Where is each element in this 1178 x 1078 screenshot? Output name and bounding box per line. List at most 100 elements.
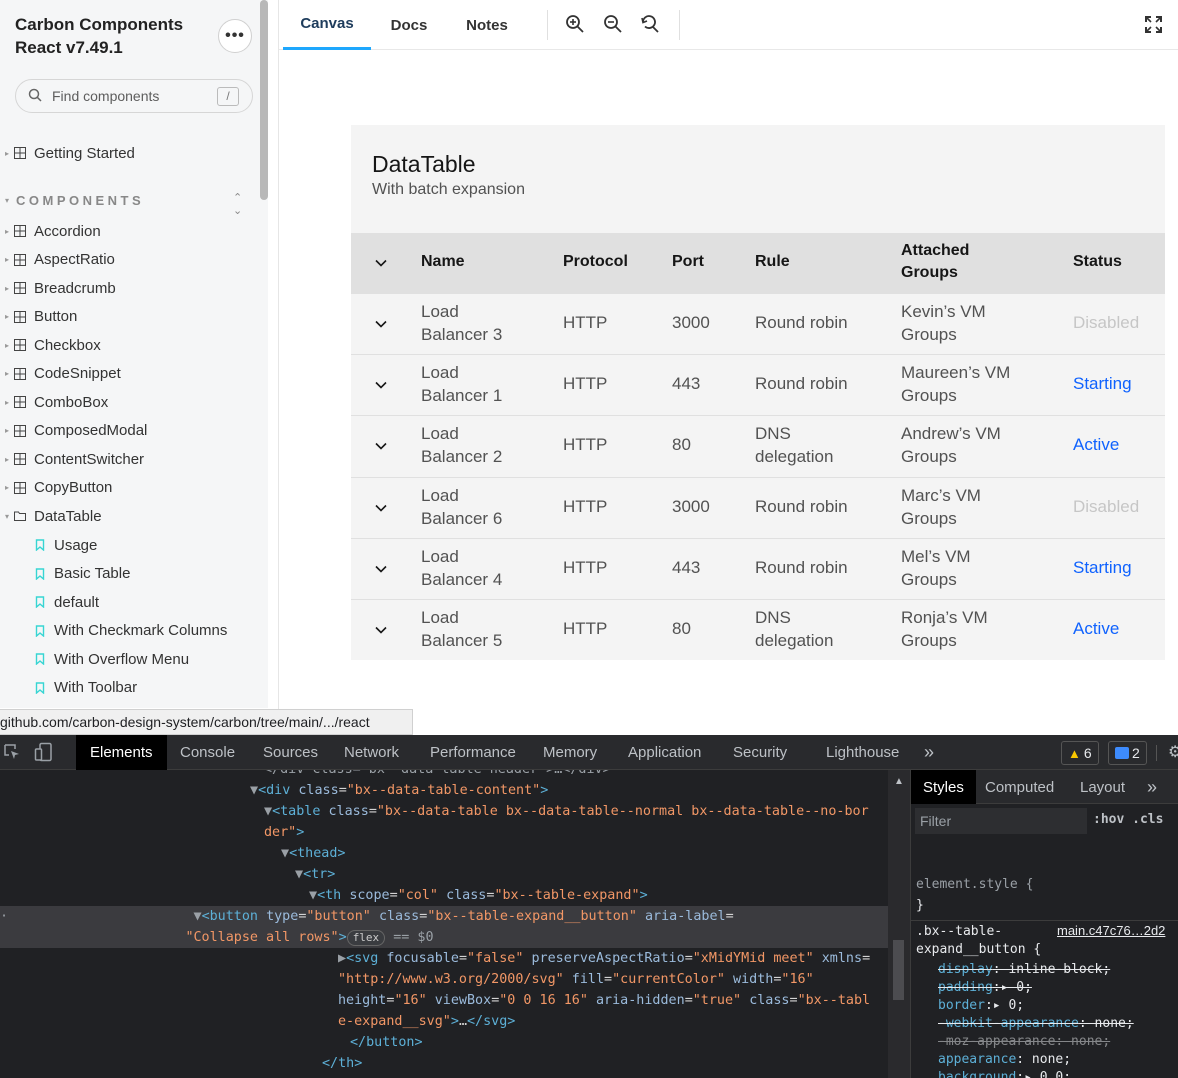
more-tabs-icon[interactable]: » [924, 735, 934, 770]
sidebar-story-item[interactable]: With Checkmark Columns [34, 619, 227, 643]
dom-line[interactable]: ▼<thead> [281, 843, 888, 864]
expand-row-chevron-icon[interactable] [373, 500, 389, 516]
devtools-tab-security[interactable]: Security [733, 735, 787, 770]
expand-row-chevron-icon[interactable] [373, 438, 389, 454]
tab-computed[interactable]: Computed [985, 770, 1054, 804]
source-link[interactable]: main.c47c76…2d2 [1057, 923, 1165, 938]
tab-docs[interactable]: Docs [379, 0, 439, 50]
table-row[interactable]: Load Balancer 5 HTTP 80 DNS delegation Ronja’s… [351, 599, 1165, 660]
tab-canvas[interactable]: Canvas [283, 0, 371, 50]
cell-status[interactable]: Active [1073, 433, 1119, 456]
dom-line[interactable]: ▼<th scope="col" class="bx--table-expand… [309, 885, 888, 906]
scroll-up-icon[interactable]: ▲ [894, 776, 904, 787]
css-declaration[interactable]: padding:▸ 0; [938, 979, 1032, 997]
column-header-port[interactable]: Port [672, 251, 704, 273]
tab-layout[interactable]: Layout [1080, 770, 1125, 804]
dom-line[interactable]: </th> [322, 1053, 888, 1074]
element-style-rule[interactable]: element.style { [916, 876, 1033, 894]
dom-line[interactable]: </div class="bx--data-table-header">…</d… [264, 770, 888, 780]
devtools-tab-memory[interactable]: Memory [543, 735, 597, 770]
expand-row-chevron-icon[interactable] [373, 377, 389, 393]
sidebar-story-item[interactable]: default [34, 590, 99, 614]
expand-row-chevron-icon[interactable] [373, 622, 389, 638]
dom-line[interactable]: ▶<svg focusable="false" preserveAspectRa… [338, 948, 888, 969]
sidebar-item-component[interactable]: ▸ ComboBox [0, 390, 108, 414]
expand-collapse-icon[interactable]: ⌃ ⌄ [233, 191, 242, 217]
hov-cls-toggles[interactable]: :hov .cls [1093, 812, 1163, 827]
dom-line-selected[interactable]: "Collapse all rows"> flex == $0 [0, 927, 888, 948]
sidebar-item-component[interactable]: ▸ Button [0, 305, 77, 329]
column-header-status[interactable]: Status [1073, 251, 1122, 273]
dom-line[interactable]: ▼<div class="bx--data-table-content"> [250, 780, 888, 801]
dom-line[interactable]: ▼<table class="bx--data-table bx--data-t… [264, 801, 888, 822]
components-section-header[interactable]: ▾ COMPONENTS ⌃ ⌄ [0, 189, 260, 217]
more-tabs-icon[interactable]: » [1147, 770, 1157, 804]
sidebar-story-item[interactable]: Basic Table [34, 562, 130, 586]
sidebar-item-component[interactable]: ▸ Breadcrumb [0, 276, 116, 300]
tab-styles[interactable]: Styles [911, 770, 976, 804]
zoom-in-icon[interactable] [565, 14, 585, 34]
dom-line[interactable]: </button> [350, 1032, 888, 1053]
table-row[interactable]: Load Balancer 3 HTTP 3000 Round robin Kevin’s… [351, 293, 1165, 354]
flex-badge[interactable]: flex [346, 930, 386, 946]
table-row[interactable]: Load Balancer 2 HTTP 80 DNS delegation Andrew’… [351, 415, 1165, 477]
css-declaration[interactable]: border:▸ 0; [938, 997, 1024, 1015]
sidebar-story-item[interactable]: With Overflow Menu [34, 647, 189, 671]
cell-status[interactable]: Starting [1073, 372, 1132, 395]
device-toolbar-icon[interactable] [34, 742, 54, 762]
sidebar-story-item[interactable]: Usage [34, 533, 97, 557]
devtools-tab-sources[interactable]: Sources [263, 735, 318, 770]
zoom-reset-icon[interactable] [640, 14, 660, 34]
sidebar-item-component[interactable]: ▸ Accordion [0, 219, 101, 243]
search-input[interactable]: Find components / [15, 79, 253, 113]
cell-status[interactable]: Starting [1073, 556, 1132, 579]
dom-line[interactable]: e-expand__svg">…</svg> [338, 1011, 888, 1032]
zoom-out-icon[interactable] [603, 14, 623, 34]
sidebar-item-component[interactable]: ▸ ContentSwitcher [0, 447, 144, 471]
sidebar-item-component[interactable]: ▸ Checkbox [0, 333, 101, 357]
sidebar-item-component[interactable]: ▾ DataTable [0, 504, 102, 528]
devtools-tab-network[interactable]: Network [344, 735, 399, 770]
table-row[interactable]: Load Balancer 1 HTTP 443 Round robin Maureen’… [351, 354, 1165, 416]
dom-line-selected[interactable]: · ▼<button type="button" class="bx--tabl… [0, 906, 888, 927]
devtools-tab-application[interactable]: Application [628, 735, 701, 770]
warnings-badge[interactable]: ▲ 6 [1061, 741, 1099, 765]
sidebar-item-component[interactable]: ▸ AspectRatio [0, 248, 115, 272]
devtools-tab-elements[interactable]: Elements [76, 735, 167, 770]
css-declaration[interactable]: -webkit-appearance: none; [938, 1015, 1134, 1033]
dom-line[interactable]: ▼<tr> [295, 864, 888, 885]
devtools-tab-performance[interactable]: Performance [430, 735, 516, 770]
sidebar-item-component[interactable]: ▸ CodeSnippet [0, 362, 121, 386]
devtools-tab-console[interactable]: Console [180, 735, 235, 770]
dom-line[interactable]: "http://www.w3.org/2000/svg" fill="curre… [338, 969, 888, 990]
expand-row-chevron-icon[interactable] [373, 316, 389, 332]
css-declaration[interactable]: background:▸ 0 0; [938, 1069, 1071, 1078]
collapse-all-rows-chevron-icon[interactable] [373, 255, 389, 271]
elements-dom-tree[interactable]: </div class="bx--data-table-header">…</d… [0, 770, 888, 1078]
table-row[interactable]: Load Balancer 4 HTTP 443 Round robin Mel’s VM… [351, 537, 1165, 599]
dom-line[interactable]: height="16" viewBox="0 0 16 16" aria-hid… [338, 990, 888, 1011]
css-declaration[interactable]: display: inline-block; [938, 961, 1110, 979]
fullscreen-icon[interactable] [1145, 16, 1162, 33]
column-header-name[interactable]: Name [421, 251, 465, 273]
styles-filter-input[interactable]: Filter [915, 808, 1087, 834]
sidebar-item-getting-started[interactable]: ▸ Getting Started [0, 141, 135, 165]
sidebar-item-component[interactable]: ▸ ComposedModal [0, 419, 147, 443]
devtools-tab-lighthouse[interactable]: Lighthouse [826, 735, 899, 770]
scrollbar-thumb[interactable] [893, 940, 904, 1000]
cell-status[interactable]: Active [1073, 617, 1119, 640]
ellipsis-menu-icon[interactable]: ••• [218, 19, 252, 53]
tab-notes[interactable]: Notes [455, 0, 519, 50]
table-row[interactable]: Load Balancer 6 HTTP 3000 Round robin Marc’s … [351, 476, 1165, 538]
sidebar-item-component[interactable]: ▸ CopyButton [0, 476, 112, 500]
dom-line[interactable]: der"> [264, 822, 888, 843]
messages-badge[interactable]: 2 [1108, 741, 1147, 765]
sidebar-story-item[interactable]: With Toolbar [34, 676, 137, 700]
column-header-rule[interactable]: Rule [755, 251, 790, 273]
css-declaration[interactable]: appearance: none; [938, 1051, 1071, 1069]
column-header-protocol[interactable]: Protocol [563, 251, 628, 273]
settings-gear-icon[interactable]: ⚙ [1168, 742, 1178, 762]
brand-title[interactable]: Carbon Components React v7.49.1 [15, 13, 205, 59]
css-declaration[interactable]: -moz-appearance: none; [938, 1033, 1110, 1051]
inspect-element-icon[interactable] [3, 743, 21, 761]
